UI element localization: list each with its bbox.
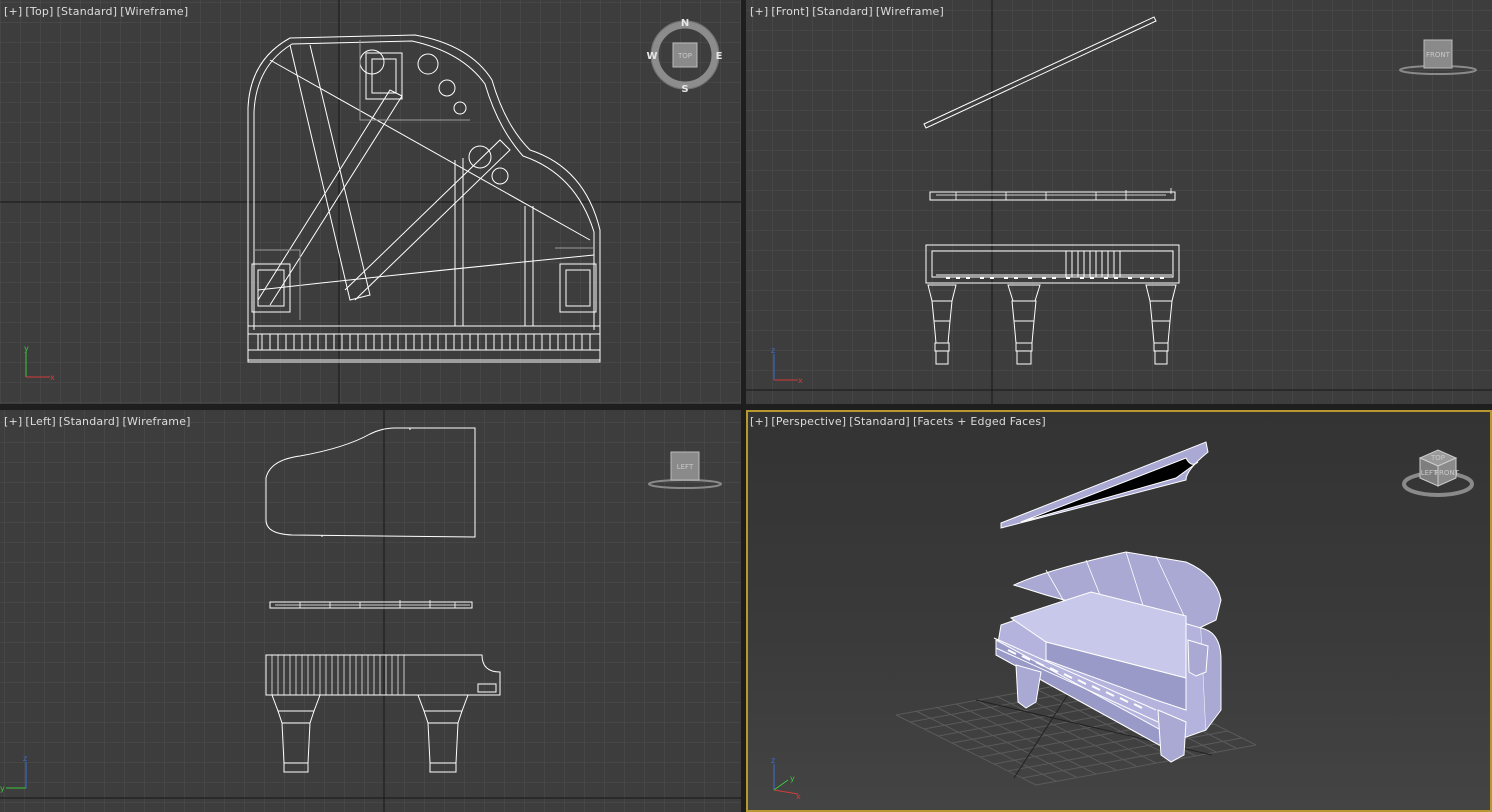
- view-selector[interactable]: [Top]: [25, 5, 53, 18]
- viewport-left[interactable]: LEFT z y [+] [Left] [Standard] [Wireframe]: [0, 410, 741, 812]
- viewcube-persp-front[interactable]: FRONT: [1435, 469, 1460, 477]
- axis-label-y: y: [790, 774, 795, 783]
- viewport-menu-button[interactable]: [+]: [4, 5, 22, 18]
- viewport-perspective[interactable]: TOP LEFT FRONT z y x [+] [Perspective] [St…: [746, 410, 1492, 812]
- viewport-front[interactable]: FRONT z x [+] [Front] [Standard] [Wireframe…: [746, 0, 1492, 404]
- viewcube-persp-top[interactable]: TOP: [1430, 454, 1445, 462]
- display-mode-selector[interactable]: [Wireframe]: [123, 415, 191, 428]
- axis-label-z: z: [771, 756, 775, 765]
- shading-mode-selector[interactable]: [Standard]: [59, 415, 120, 428]
- viewport-label-top[interactable]: [+] [Top] [Standard] [Wireframe]: [4, 5, 191, 18]
- piano-perspective[interactable]: [993, 441, 1222, 763]
- display-mode-selector[interactable]: [Wireframe]: [876, 5, 944, 18]
- compass-south[interactable]: S: [681, 84, 688, 95]
- viewcube-left-face[interactable]: LEFT: [677, 463, 694, 471]
- viewport-label-left[interactable]: [+] [Left] [Standard] [Wireframe]: [4, 415, 194, 428]
- viewport-front-canvas[interactable]: FRONT z x: [746, 0, 1492, 404]
- display-mode-selector[interactable]: [Facets + Edged Faces]: [913, 415, 1046, 428]
- shading-mode-selector[interactable]: [Standard]: [849, 415, 910, 428]
- axis-label-x: x: [798, 376, 803, 385]
- shading-mode-selector[interactable]: [Standard]: [57, 5, 118, 18]
- view-selector[interactable]: [Left]: [25, 415, 55, 428]
- compass-west[interactable]: W: [646, 51, 657, 62]
- display-mode-selector[interactable]: [Wireframe]: [120, 5, 188, 18]
- axis-label-y: y: [24, 344, 29, 353]
- piano-leg: [1015, 664, 1042, 709]
- view-selector[interactable]: [Perspective]: [771, 415, 846, 428]
- viewport-label-perspective[interactable]: [+] [Perspective] [Standard] [Facets + Edge…: [750, 415, 1049, 428]
- axis-label-x: x: [50, 373, 55, 382]
- viewcube-top-face[interactable]: TOP: [677, 52, 692, 60]
- grid: [746, 0, 1492, 404]
- axis-tripod: z y x: [771, 756, 801, 801]
- viewport-left-canvas[interactable]: LEFT z y: [0, 410, 741, 812]
- viewport-top[interactable]: TOP N S E W y x [+] [Top] [Standard] [Wiref…: [0, 0, 741, 404]
- viewport-menu-button[interactable]: [+]: [750, 415, 768, 428]
- view-selector[interactable]: [Front]: [771, 5, 809, 18]
- viewport-label-front[interactable]: [+] [Front] [Standard] [Wireframe]: [750, 5, 947, 18]
- viewport-perspective-canvas[interactable]: TOP LEFT FRONT z y x: [746, 410, 1492, 812]
- viewcube-perspective[interactable]: TOP LEFT FRONT: [1402, 449, 1474, 497]
- axis-label-z: z: [771, 346, 775, 355]
- shading-mode-selector[interactable]: [Standard]: [812, 5, 873, 18]
- grid: [0, 410, 741, 812]
- viewcube-front-face[interactable]: FRONT: [1426, 51, 1451, 59]
- compass-north[interactable]: N: [681, 18, 689, 29]
- viewport-menu-button[interactable]: [+]: [4, 415, 22, 428]
- axis-label-z: z: [23, 754, 27, 763]
- piano-leg: [1187, 639, 1209, 677]
- viewport-menu-button[interactable]: [+]: [750, 5, 768, 18]
- compass-east[interactable]: E: [716, 51, 723, 62]
- axis-label-x: x: [796, 792, 801, 801]
- axis-label-y: y: [0, 784, 5, 793]
- viewport-top-canvas[interactable]: TOP N S E W y x: [0, 0, 741, 404]
